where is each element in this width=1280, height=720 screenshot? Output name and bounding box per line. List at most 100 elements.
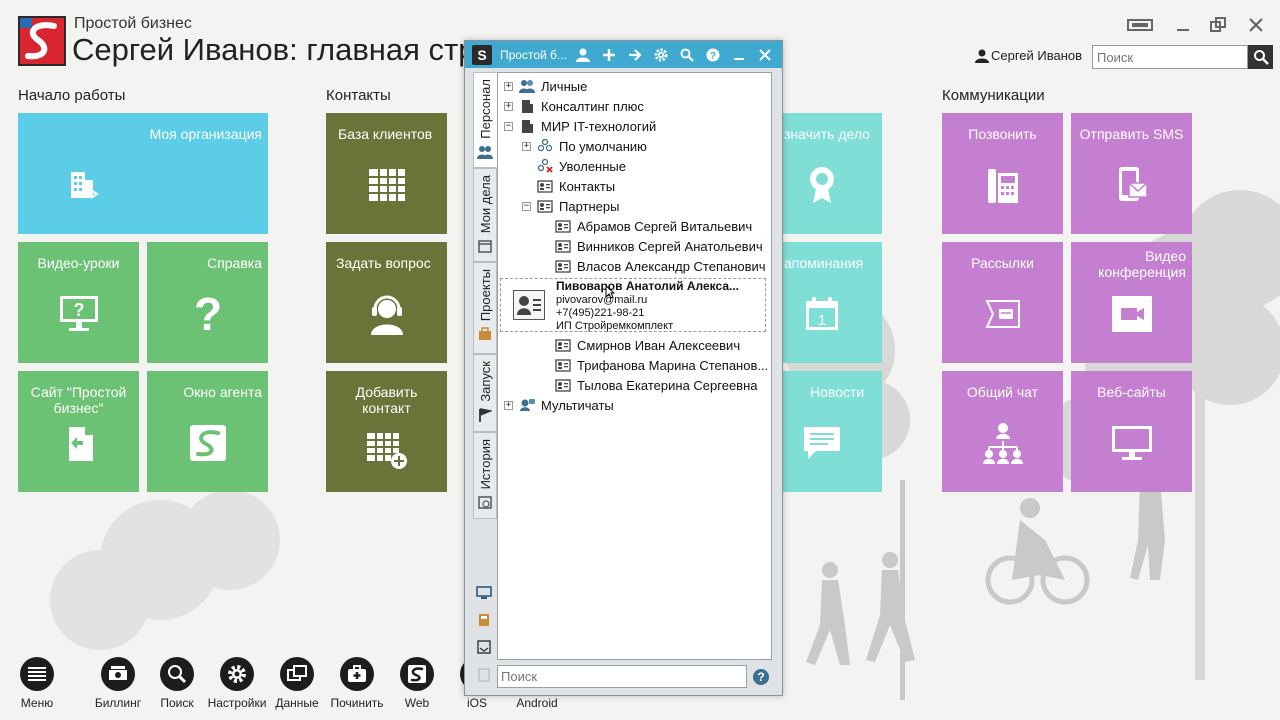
tree-node-label: Власов Александр Степанович — [577, 258, 766, 274]
bottom-label: Меню — [20, 696, 54, 710]
restore-icon — [1210, 17, 1226, 32]
tree-node-partner-2[interactable]: Винников Сергей Анатольевич — [555, 236, 763, 256]
tile-label: Моя организация — [149, 126, 262, 142]
document-pointer-icon — [54, 418, 104, 468]
tab-personal[interactable]: Персонал — [473, 72, 497, 168]
popup-side-monitor-button[interactable] — [475, 584, 493, 602]
message-icon — [797, 418, 847, 468]
tree-node-partner-6[interactable]: Трифанова Марина Степанов... — [555, 355, 768, 375]
tile-agent-window[interactable]: Окно агента — [147, 371, 268, 492]
web-logo-icon — [400, 657, 434, 691]
gear-icon — [654, 48, 668, 61]
tree-node-consulting[interactable]: + Консалтинг плюс — [504, 96, 644, 116]
tree-node-label: Абрамов Сергей Витальевич — [577, 218, 753, 234]
tree-node-contacts[interactable]: Контакты — [537, 176, 615, 196]
tab-label: Персонал — [477, 79, 493, 139]
tree-node-partner-5[interactable]: Смирнов Иван Алексеевич — [555, 335, 740, 355]
tile-add-contact[interactable]: Добавить контакт — [326, 371, 447, 492]
tile-client-base[interactable]: База клиентов — [326, 113, 447, 234]
tile-send-sms[interactable]: Отправить SMS — [1071, 113, 1192, 234]
tree-node-default[interactable]: + По умолчанию — [522, 136, 647, 156]
tree-node-personal[interactable]: + Личные — [504, 76, 587, 96]
popup-side-mail-button[interactable] — [475, 638, 493, 656]
close-icon — [1249, 18, 1263, 32]
tile-label: значить дело — [784, 126, 870, 142]
popup-help-button[interactable]: ? — [700, 41, 726, 68]
plus-icon — [603, 48, 615, 61]
tree-node-label: Контакты — [559, 178, 616, 194]
tree-node-partners[interactable]: − Партнеры — [522, 196, 619, 216]
tree-node-fired[interactable]: Уволенные — [537, 156, 626, 176]
section-communications: Коммуникации — [942, 87, 1045, 104]
fullscreen-button[interactable] — [1127, 16, 1153, 38]
tile-assign-task[interactable]: значить дело — [782, 113, 882, 234]
tile-websites[interactable]: Веб-сайты — [1071, 371, 1192, 492]
bottom-label: Android — [516, 696, 558, 710]
mouse-cursor-icon — [605, 285, 615, 299]
tile-mailings[interactable]: Рассылки — [942, 242, 1063, 363]
contacts-tree: + Личные + Консалтинг плюс − МИР IT-техн… — [497, 72, 772, 660]
tree-node-partner-7[interactable]: Тылова Екатерина Сергеевна — [555, 375, 758, 395]
mailing-icon — [978, 289, 1028, 339]
menu-icon — [20, 657, 54, 691]
briefcase-icon — [479, 327, 491, 341]
tree-node-label: Консалтинг плюс — [541, 98, 644, 114]
popup-forward-button[interactable] — [622, 41, 648, 68]
tree-node-partner-1[interactable]: Абрамов Сергей Витальевич — [555, 216, 752, 236]
tile-reminders[interactable]: апоминания 1 — [782, 242, 882, 363]
tile-ask-question[interactable]: Задать вопрос — [326, 242, 447, 363]
popup-user-button[interactable] — [570, 41, 596, 68]
tile-my-organization[interactable]: Моя организация — [18, 113, 268, 234]
popup-close-button[interactable] — [752, 41, 778, 68]
tile-video-conference[interactable]: Видео конференция — [1071, 242, 1192, 363]
popup-search-button[interactable] — [674, 41, 700, 68]
bottom-menu-button[interactable]: Меню — [2, 657, 72, 710]
app-logo-icon — [18, 16, 66, 66]
popup-search-help-icon[interactable]: ? — [753, 669, 769, 685]
tree-node-partner-3[interactable]: Власов Александр Степанович — [555, 256, 766, 276]
current-user[interactable]: Сергей Иванов — [975, 48, 1082, 63]
tile-general-chat[interactable]: Общий чат — [942, 371, 1063, 492]
popup-side-calculator-button[interactable] — [475, 611, 493, 629]
search-input[interactable] — [1092, 45, 1248, 69]
data-windows-icon — [280, 657, 314, 691]
monitor-icon — [476, 586, 492, 599]
phone-icon — [978, 160, 1028, 210]
monitor-icon — [1107, 418, 1157, 468]
tile-site[interactable]: Сайт "Простой бизнес" — [18, 371, 139, 492]
building-icon — [519, 98, 535, 114]
close-button[interactable] — [1243, 16, 1269, 38]
tile-help[interactable]: Справка ? — [147, 242, 268, 363]
arrow-right-icon — [629, 48, 642, 61]
contact-card-icon — [555, 377, 571, 393]
popup-settings-button[interactable] — [648, 41, 674, 68]
headset-icon — [362, 289, 412, 339]
search-icon — [160, 657, 194, 691]
tree-node-multichats[interactable]: + Мультичаты — [504, 395, 614, 415]
tab-launch[interactable]: Запуск — [473, 354, 497, 432]
tile-call[interactable]: Позвонить — [942, 113, 1063, 234]
tile-video-lessons[interactable]: Видео-уроки ? — [18, 242, 139, 363]
contact-card-icon — [537, 178, 553, 194]
contact-card-icon — [555, 238, 571, 254]
minimize-button[interactable] — [1170, 16, 1196, 38]
popup-add-button[interactable] — [596, 41, 622, 68]
maximize-button[interactable] — [1205, 16, 1231, 38]
search-icon — [1253, 50, 1269, 65]
gear-icon — [220, 657, 254, 691]
tab-projects[interactable]: Проекты — [473, 262, 497, 354]
video-camera-icon — [1107, 289, 1157, 339]
tile-news[interactable]: Новости — [782, 371, 882, 492]
table-icon — [362, 160, 412, 210]
tree-node-mir[interactable]: − МИР IT-технологий — [504, 116, 656, 136]
user-icon — [975, 49, 989, 63]
tab-history[interactable]: История — [473, 432, 497, 519]
search-button[interactable] — [1248, 45, 1273, 69]
popup-search-input[interactable] — [497, 665, 747, 688]
first-aid-icon — [340, 657, 374, 691]
app-subtitle: Простой бизнес — [74, 15, 192, 32]
popup-minimize-button[interactable] — [726, 41, 752, 68]
tab-my-tasks[interactable]: Мои дела — [473, 168, 497, 262]
collapse-icon: − — [504, 120, 513, 131]
section-start: Начало работы — [18, 87, 126, 104]
